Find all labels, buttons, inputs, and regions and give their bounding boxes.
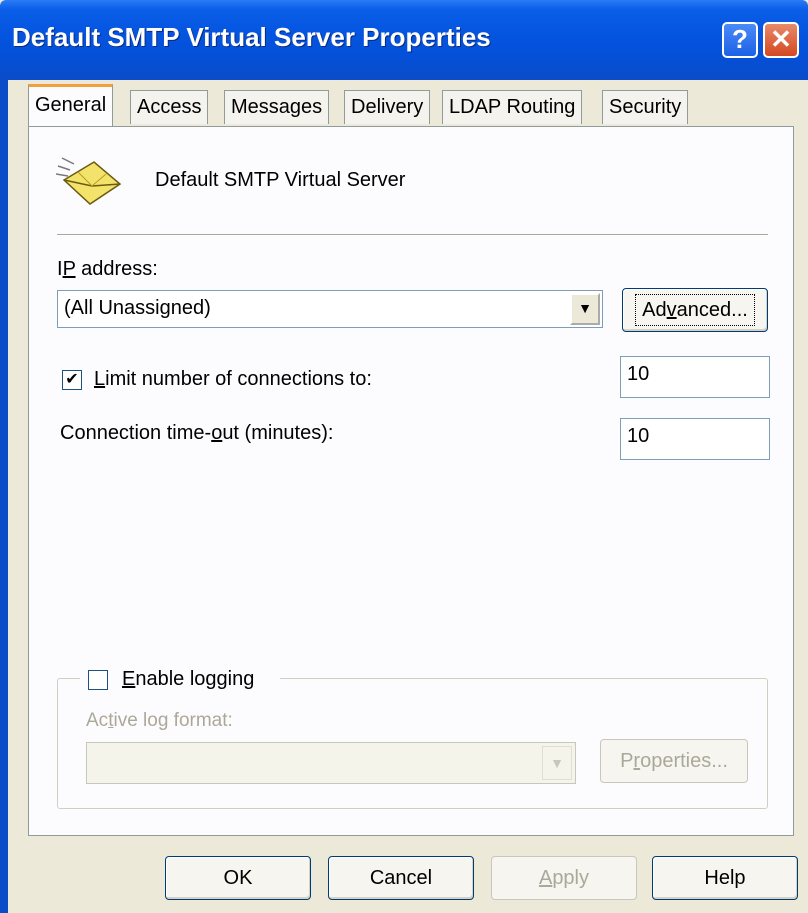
limit-connections-checkbox[interactable]: ✔ xyxy=(62,370,82,390)
enable-logging-checkbox[interactable] xyxy=(88,670,108,690)
help-footer-button[interactable]: Help xyxy=(652,856,798,900)
apply-button: Apply xyxy=(491,856,637,900)
cancel-button[interactable]: Cancel xyxy=(328,856,474,900)
chevron-down-icon[interactable]: ▼ xyxy=(570,293,600,325)
help-button[interactable]: ? xyxy=(722,22,758,58)
limit-connections-input[interactable]: 10 xyxy=(620,356,770,398)
advanced-button[interactable]: Advanced... xyxy=(622,288,768,332)
ip-address-label: IP address: xyxy=(57,258,158,280)
enable-logging-label: Enable logging xyxy=(122,668,255,690)
ip-address-select[interactable]: (All Unassigned) ▼ xyxy=(57,290,603,328)
separator xyxy=(57,234,768,236)
active-log-format-select: ▼ xyxy=(86,742,576,784)
chevron-down-icon: ▼ xyxy=(542,746,572,780)
question-icon: ? xyxy=(732,24,748,54)
tab-ldap-routing[interactable]: LDAP Routing xyxy=(442,90,583,124)
connection-timeout-label: Connection time-out (minutes): xyxy=(60,422,334,444)
envelope-icon xyxy=(55,157,122,205)
tab-delivery[interactable]: Delivery xyxy=(344,90,431,124)
tab-messages[interactable]: Messages xyxy=(224,90,330,124)
properties-button: Properties... xyxy=(600,739,748,783)
active-log-format-label: Active log format: xyxy=(86,710,233,731)
close-icon: ✕ xyxy=(770,24,792,54)
title-bar[interactable]: Default SMTP Virtual Server Properties ?… xyxy=(0,0,808,80)
checkmark-icon: ✔ xyxy=(65,371,79,388)
server-name: Default SMTP Virtual Server xyxy=(155,169,406,191)
tab-access[interactable]: Access xyxy=(130,90,209,124)
connection-timeout-input[interactable]: 10 xyxy=(620,418,770,460)
close-button[interactable]: ✕ xyxy=(763,22,799,58)
ok-button[interactable]: OK xyxy=(165,856,311,900)
window-title: Default SMTP Virtual Server Properties xyxy=(12,22,491,52)
tab-security[interactable]: Security xyxy=(602,90,689,124)
ip-address-value: (All Unassigned) xyxy=(64,297,211,319)
window-frame xyxy=(0,80,8,913)
limit-connections-label: Limit number of connections to: xyxy=(94,368,372,390)
tab-general[interactable]: General xyxy=(28,84,114,126)
